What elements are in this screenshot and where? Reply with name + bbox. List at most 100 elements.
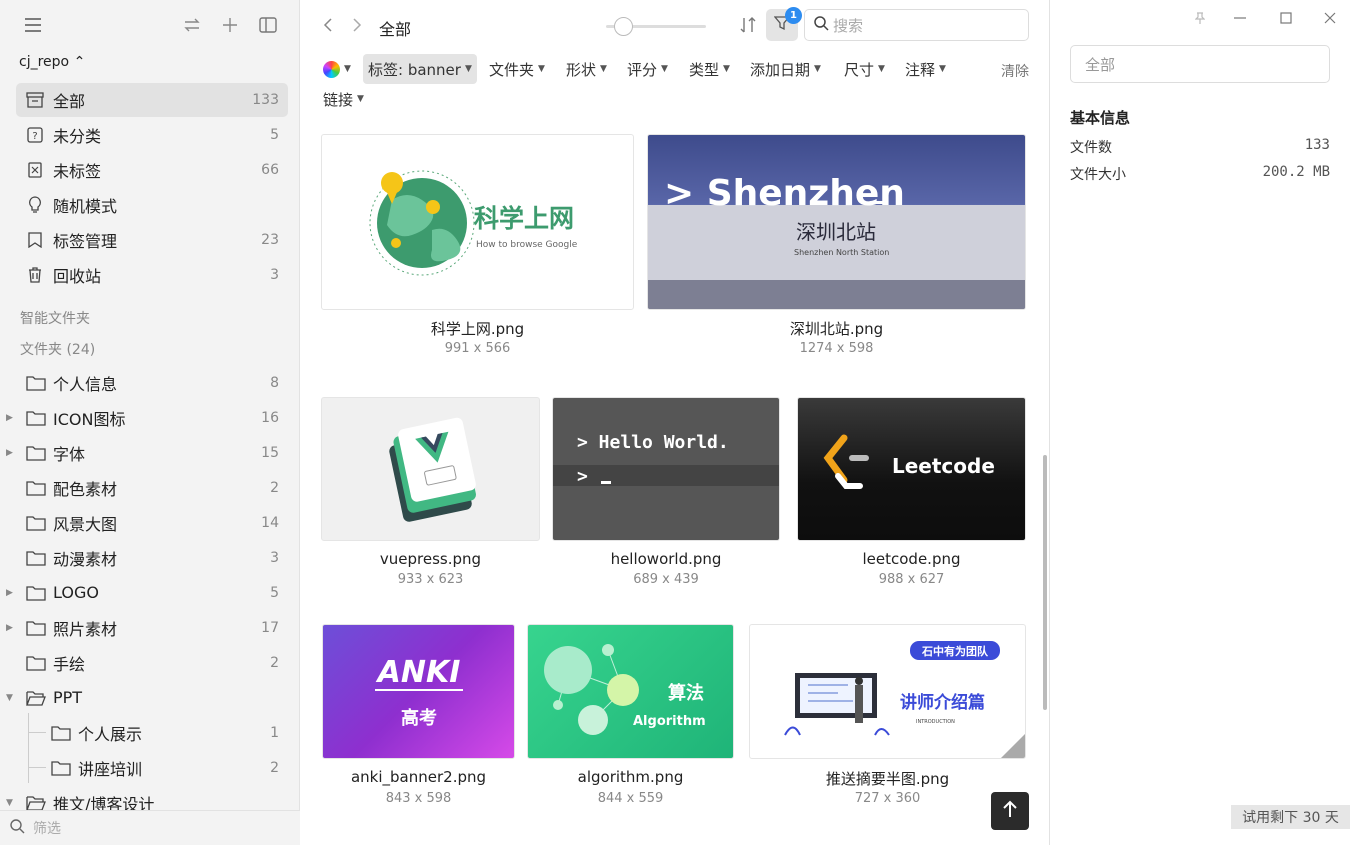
smart-folders-header[interactable]: 智能文件夹 bbox=[20, 308, 90, 328]
scrollbar-thumb[interactable] bbox=[1043, 455, 1047, 710]
clear-filters-button[interactable]: 清除 bbox=[1001, 61, 1029, 81]
thumbnail-image[interactable]: 石中有为团队 讲师介绍篇 INTRODUCTION bbox=[749, 624, 1026, 759]
chevron-right-icon[interactable]: ▶ bbox=[6, 448, 16, 458]
item-name[interactable]: 推送摘要半图.png bbox=[749, 768, 1026, 789]
minimize-icon[interactable] bbox=[1230, 8, 1250, 28]
close-icon[interactable] bbox=[1320, 8, 1340, 28]
menu-icon[interactable] bbox=[22, 14, 44, 36]
thumbnail-image[interactable]: > Hello World. > bbox=[552, 397, 780, 541]
folder-item[interactable]: 个人信息 8 bbox=[0, 365, 300, 400]
folder-icon bbox=[25, 652, 47, 674]
folder-item[interactable]: 配色素材 2 bbox=[0, 470, 300, 505]
shape-filter[interactable]: 形状 ▼ bbox=[561, 54, 612, 84]
folder-item[interactable]: 个人展示 1 bbox=[0, 715, 300, 750]
folder-label: 讲座培训 bbox=[78, 759, 143, 779]
folder-count: 1 bbox=[270, 724, 279, 741]
item-name[interactable]: algorithm.png bbox=[527, 768, 734, 786]
add-icon[interactable] bbox=[219, 14, 241, 36]
folder-item[interactable]: ▶ 照片素材 17 bbox=[0, 610, 300, 645]
size-filter[interactable]: 尺寸 ▼ bbox=[839, 54, 890, 84]
chevron-right-icon[interactable]: ▶ bbox=[6, 413, 16, 423]
chevron-down-icon: ▼ bbox=[344, 64, 351, 74]
thumbnail-image[interactable]: 科学上网 How to browse Google bbox=[321, 134, 634, 310]
thumb-subtitle: Algorithm bbox=[633, 714, 706, 729]
folders-header[interactable]: 文件夹 (24) bbox=[20, 339, 95, 359]
nav-trash[interactable]: 回收站 3 bbox=[16, 258, 288, 292]
thumb-subtitle: How to browse Google bbox=[476, 240, 578, 250]
thumbnail-image[interactable]: Leetcode bbox=[797, 397, 1026, 541]
nav-uncategorized[interactable]: ? 未分类 5 bbox=[16, 118, 288, 152]
tag-filter[interactable]: 标签: banner ▼ bbox=[363, 54, 477, 84]
folder-item[interactable]: ▶ ICON图标 16 bbox=[0, 400, 300, 435]
folder-count: 3 bbox=[270, 549, 279, 566]
repo-selector[interactable]: cj_repo ⌃ bbox=[19, 54, 85, 70]
rating-filter[interactable]: 评分 ▼ bbox=[622, 54, 673, 84]
scroll-to-top-button[interactable] bbox=[991, 792, 1029, 830]
thumbnail-image[interactable]: 算法 Algorithm bbox=[527, 624, 734, 759]
item-dimensions: 689 x 439 bbox=[633, 572, 699, 587]
chevron-down-icon[interactable]: ▼ bbox=[6, 798, 16, 808]
link-filter[interactable]: 链接 ▼ bbox=[318, 84, 369, 114]
sync-icon[interactable] bbox=[181, 14, 203, 36]
nav-tag-manager[interactable]: 标签管理 23 bbox=[16, 223, 288, 257]
thumbnail-image[interactable] bbox=[321, 397, 540, 541]
name-field[interactable]: 全部 bbox=[1070, 45, 1330, 83]
item-name[interactable]: vuepress.png bbox=[321, 550, 540, 568]
nav-untagged[interactable]: 未标签 66 bbox=[16, 153, 288, 187]
app-window: cj_repo ⌃ 全部 133 ? 未分类 5 未标签 66 随机模式 标签管… bbox=[0, 0, 1350, 845]
thumb-title: Leetcode bbox=[892, 454, 995, 478]
nav-random[interactable]: 随机模式 bbox=[16, 188, 288, 222]
vuepress-logo-icon bbox=[389, 417, 476, 522]
item-name[interactable]: 科学上网.png bbox=[321, 318, 634, 339]
thumb-title: ANKI bbox=[376, 655, 461, 690]
folder-filter[interactable]: 文件夹 ▼ bbox=[484, 54, 550, 84]
forward-icon[interactable] bbox=[347, 15, 367, 35]
sidebar-filter[interactable]: 筛选 bbox=[0, 810, 300, 845]
folder-item[interactable]: 讲座培训 2 bbox=[0, 750, 300, 785]
sort-icon[interactable] bbox=[738, 15, 758, 35]
zoom-slider-knob[interactable] bbox=[614, 17, 633, 36]
untagged-icon bbox=[24, 159, 46, 181]
nav-label: 回收站 bbox=[53, 267, 102, 286]
thumbnail-image[interactable]: > Shenzhen 深圳北站 Shenzhen North Station bbox=[647, 134, 1026, 310]
tree-branch bbox=[29, 767, 46, 768]
folder-item[interactable]: 风景大图 14 bbox=[0, 505, 300, 540]
color-wheel-icon bbox=[323, 60, 340, 78]
item-name[interactable]: helloworld.png bbox=[552, 550, 780, 568]
folder-item[interactable]: ▶ LOGO 5 bbox=[0, 575, 300, 610]
search-input[interactable]: 搜索 bbox=[804, 9, 1029, 41]
trial-badge[interactable]: 试用剩下 30 天 bbox=[1231, 805, 1350, 829]
folder-item[interactable]: ▶ 字体 15 bbox=[0, 435, 300, 470]
arrow-up-icon bbox=[1002, 800, 1018, 822]
note-filter[interactable]: 注释 ▼ bbox=[900, 54, 951, 84]
sidebar-toggle-icon[interactable] bbox=[257, 14, 279, 36]
chevron-right-icon[interactable]: ▶ bbox=[6, 623, 16, 633]
folder-item[interactable]: 手绘 2 bbox=[0, 645, 300, 680]
breadcrumb: 全部 bbox=[379, 20, 412, 39]
folder-count: 5 bbox=[270, 584, 279, 601]
pin-icon[interactable] bbox=[1190, 8, 1210, 28]
item-name[interactable]: anki_banner2.png bbox=[322, 768, 515, 786]
maximize-icon[interactable] bbox=[1276, 8, 1296, 28]
folder-item[interactable]: ▼ PPT bbox=[0, 680, 300, 715]
chevron-down-icon[interactable]: ▼ bbox=[6, 693, 16, 703]
item-name[interactable]: leetcode.png bbox=[797, 550, 1026, 568]
thumbnail-image[interactable]: ANKI 高考 bbox=[322, 624, 515, 759]
folder-count: 15 bbox=[261, 444, 279, 461]
color-filter[interactable]: ▼ bbox=[318, 54, 356, 84]
item-name[interactable]: 深圳北站.png bbox=[647, 318, 1026, 339]
date-filter[interactable]: 添加日期 ▼ bbox=[745, 54, 826, 84]
thumb-subtitle: 深圳北站 bbox=[796, 220, 876, 244]
folder-count: 17 bbox=[261, 619, 279, 636]
folder-item[interactable]: 动漫素材 3 bbox=[0, 540, 300, 575]
chip-label: 尺寸 bbox=[844, 60, 875, 79]
type-filter[interactable]: 类型 ▼ bbox=[684, 54, 735, 84]
folder-label: 手绘 bbox=[53, 654, 86, 674]
nav-all[interactable]: 全部 133 bbox=[16, 83, 288, 117]
folder-count: 8 bbox=[270, 374, 279, 391]
back-icon[interactable] bbox=[318, 15, 338, 35]
chip-label: 形状 bbox=[566, 60, 597, 79]
thumb-title: 科学上网 bbox=[474, 204, 574, 233]
repo-name: cj_repo bbox=[19, 54, 70, 70]
chevron-right-icon[interactable]: ▶ bbox=[6, 588, 16, 598]
